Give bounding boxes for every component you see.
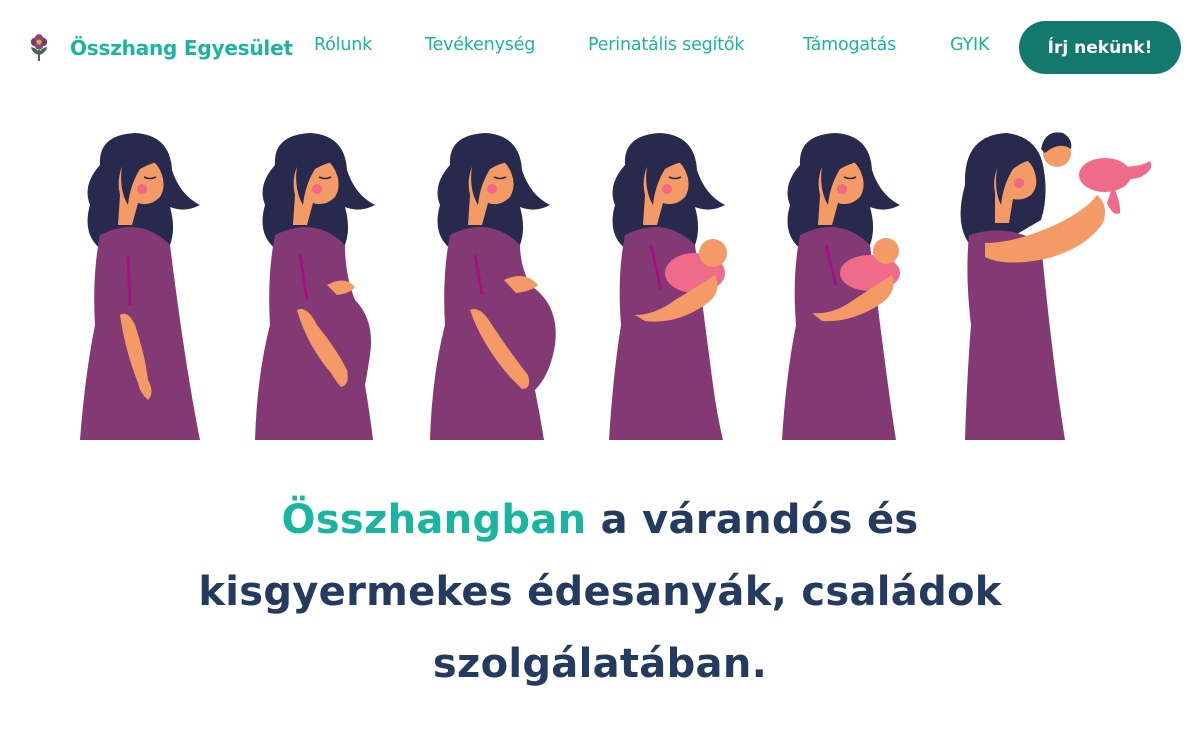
figure-1 bbox=[80, 133, 200, 440]
headline-line1-rest: a várandós és bbox=[586, 497, 919, 543]
figure-2 bbox=[255, 133, 375, 440]
figure-3 bbox=[430, 133, 556, 440]
figure-5 bbox=[782, 133, 900, 440]
brand-name: Összhang Egyesület bbox=[70, 36, 293, 60]
contact-button[interactable]: Írj nekünk! bbox=[1019, 21, 1181, 74]
headline-line3: szolgálatában. bbox=[432, 641, 768, 687]
hero-headline: Összhangban a várandós és kisgyermekes é… bbox=[100, 484, 1100, 700]
nav-link-rolunk[interactable]: Rólunk bbox=[314, 35, 372, 55]
figure-4 bbox=[609, 133, 727, 440]
nav-link-tamogatas[interactable]: Támogatás bbox=[803, 35, 896, 55]
flower-logo-icon bbox=[30, 34, 48, 61]
figure-6 bbox=[960, 132, 1152, 440]
nav-link-perinatalis-segitok[interactable]: Perinatális segítők bbox=[588, 35, 745, 55]
headline-accent: Összhangban bbox=[281, 497, 587, 543]
nav-link-tevekenyseg[interactable]: Tevékenység bbox=[425, 35, 535, 55]
navbar: Összhang Egyesület Rólunk Tevékenység Pe… bbox=[0, 0, 1203, 95]
nav-link-gyik[interactable]: GYIK bbox=[950, 35, 989, 55]
pregnancy-to-motherhood-illustration bbox=[80, 132, 1152, 440]
brand-home-link[interactable]: Összhang Egyesület bbox=[28, 32, 293, 64]
headline-line2: kisgyermekes édesanyák, családok bbox=[198, 569, 1002, 615]
